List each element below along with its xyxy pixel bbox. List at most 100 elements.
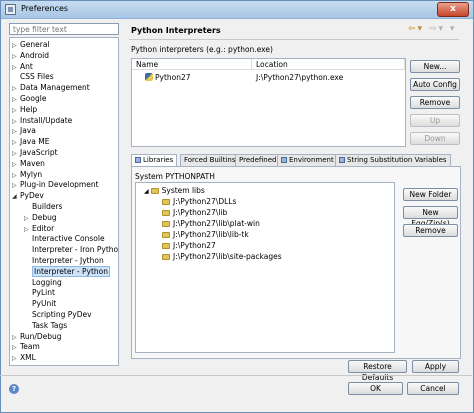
tree-item-label: Interpreter - Iron Python [32,245,119,255]
restore-defaults-button[interactable]: Restore Defaults [348,360,407,382]
tree-item[interactable]: ▷ General [12,40,50,50]
collapsed-arrow-icon[interactable]: ▷ [12,354,20,364]
collapsed-arrow-icon[interactable]: ▷ [12,41,20,51]
help-icon[interactable]: ? [9,384,19,394]
system-libs-node[interactable]: ◢ System libs [144,186,205,196]
tree-item[interactable]: ▷ Run/Debug [12,332,62,342]
library-path-item[interactable]: J:\Python27\lib\site-packages [162,252,282,262]
tree-item[interactable]: PyUnit [24,299,56,309]
collapsed-arrow-icon[interactable]: ▷ [12,343,20,353]
back-icon[interactable]: ⇦ [408,24,418,34]
auto-config-button[interactable]: Auto Config [410,78,460,91]
tree-item[interactable]: ▷ Team [12,342,40,352]
tab-string-substitution[interactable]: String Substitution Variables [335,154,451,166]
column-header-location[interactable]: Location [252,59,405,70]
apply-button[interactable]: Apply [412,360,459,373]
collapsed-arrow-icon[interactable]: ▷ [12,95,20,105]
down-button[interactable]: Down [410,132,460,145]
title-bar: Preferences x [1,1,473,19]
tree-item[interactable]: ▷ Mylyn [12,170,42,180]
interpreter-location[interactable]: J:\Python27\python.exe [256,72,343,83]
tree-item-label: PyLint [32,288,55,298]
tree-item[interactable]: ▷ XML [12,353,36,363]
expanded-arrow-icon[interactable]: ◢ [12,192,20,202]
tree-item[interactable]: ▷ Ant [12,62,33,72]
tree-item[interactable]: ▷ JavaScript [12,148,58,158]
library-path-item[interactable]: J:\Python27 [162,241,216,251]
tree-item[interactable]: Interactive Console [24,234,105,244]
collapsed-arrow-icon[interactable]: ▷ [12,84,20,94]
tree-item-label: Ant [20,61,33,71]
tree-item[interactable]: ▷ Editor [24,224,54,234]
library-path-item[interactable]: J:\Python27\lib\lib-tk [162,230,249,240]
library-path-item[interactable]: J:\Python27\DLLs [162,197,236,207]
collapsed-arrow-icon[interactable]: ▷ [12,52,20,62]
tree-item[interactable]: Logging [24,278,62,288]
tree-item[interactable]: ▷ Java [12,126,36,136]
tree-item-label: Debug [32,212,57,222]
library-path-item[interactable]: J:\Python27\lib [162,208,227,218]
new-folder-button[interactable]: New Folder [403,188,458,201]
tree-item[interactable]: Scripting PyDev [24,310,92,320]
tree-item-label: Data Management [20,83,90,93]
python-icon [145,73,153,81]
tree-item[interactable]: ▷ Java ME [12,137,49,147]
column-header-name[interactable]: Name [132,59,252,70]
tab-environment[interactable]: Environment [277,154,338,166]
tree-item[interactable]: ▷ Help [12,105,37,115]
ok-button[interactable]: OK [348,382,403,395]
view-menu-icon[interactable]: ▾ [450,24,457,34]
collapsed-arrow-icon[interactable]: ▷ [24,214,32,224]
up-button[interactable]: Up [410,114,460,127]
new-egg-zip-button[interactable]: New Egg/Zip(s) [403,206,458,228]
tree-item[interactable]: ▷ Maven [12,159,45,169]
cancel-button[interactable]: Cancel [407,382,459,395]
library-path-item[interactable]: J:\Python27\lib\plat-win [162,219,260,229]
tree-item[interactable]: ◢ PyDev [12,191,44,201]
collapsed-arrow-icon[interactable]: ▷ [12,127,20,137]
tree-item[interactable]: ▷ Install/Update [12,116,72,126]
collapsed-arrow-icon[interactable]: ▷ [12,138,20,148]
remove-interpreter-button[interactable]: Remove [410,96,460,109]
tab-predefined[interactable]: Predefined [235,154,281,166]
remove-library-button[interactable]: Remove [403,224,458,237]
tree-item-label: Scripting PyDev [32,310,92,319]
environment-icon [281,157,287,163]
tree-item-label: Builders [32,202,63,211]
forward-menu-icon[interactable]: ▾ [439,24,446,34]
tree-item[interactable]: Interpreter - Iron Python [24,245,119,255]
collapsed-arrow-icon[interactable]: ▷ [12,171,20,181]
tree-item[interactable]: Interpreter - Python [24,265,111,277]
table-row[interactable]: Python27 [145,72,191,83]
tree-item-label: Google [20,94,47,103]
tree-item[interactable]: Builders [24,202,62,212]
collapsed-arrow-icon[interactable]: ▷ [12,160,20,170]
tree-item[interactable]: ▷ Data Management [12,83,90,93]
tree-item[interactable]: ▷ Android [12,51,49,61]
tree-item[interactable]: ▷ Plug-in Development [12,180,99,190]
tab-forced-builtins[interactable]: Forced Builtins [180,154,240,166]
back-menu-icon[interactable]: ▾ [418,24,425,34]
collapsed-arrow-icon[interactable]: ▷ [12,117,20,127]
collapsed-arrow-icon[interactable]: ▷ [12,106,20,116]
collapsed-arrow-icon[interactable]: ▷ [24,225,32,235]
tree-item-label: Interpreter - Jython [32,256,104,265]
forward-icon[interactable]: ⇨ [429,24,439,34]
collapsed-arrow-icon[interactable]: ▷ [12,149,20,159]
tree-item-label: PyDev [20,191,44,201]
filter-input[interactable] [9,23,119,35]
tree-item[interactable]: ▷ Google [12,94,46,104]
collapsed-arrow-icon[interactable]: ▷ [12,333,20,343]
close-button[interactable]: x [437,2,469,17]
tree-item[interactable]: ▷ Debug [24,213,57,223]
tree-item[interactable]: Interpreter - Jython [24,256,104,266]
new-interpreter-button[interactable]: New... [410,60,460,73]
tree-item[interactable]: Task Tags [24,321,67,331]
collapsed-arrow-icon[interactable]: ▷ [12,181,20,191]
library-path-label: J:\Python27 [173,241,216,250]
tree-item-label: Task Tags [32,320,68,330]
tree-item[interactable]: CSS Files [12,72,54,82]
tree-item[interactable]: PyLint [24,288,55,298]
collapsed-arrow-icon[interactable]: ▷ [12,63,20,73]
interpreters-table: Name Location Python27 J:\Python27\pytho… [131,58,406,147]
